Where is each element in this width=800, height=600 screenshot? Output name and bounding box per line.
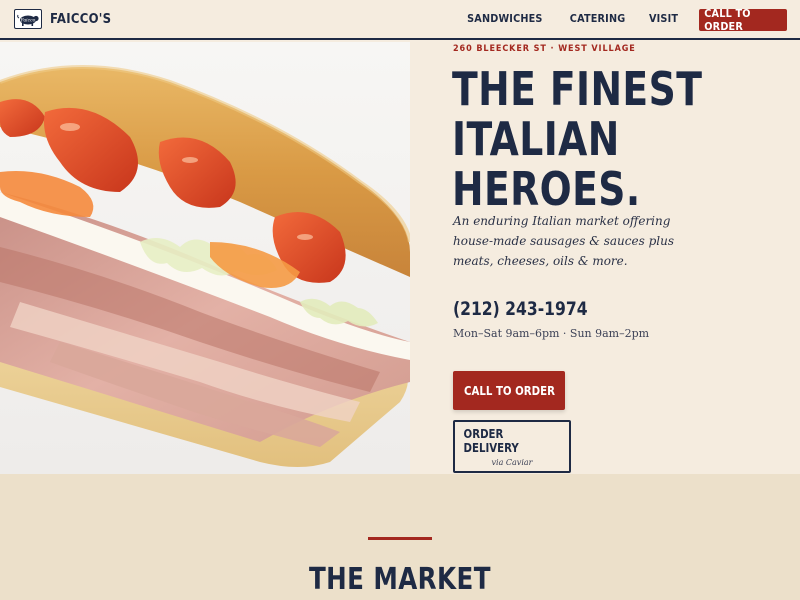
site-header: Faicco FAICCO'S SANDWICHES CATERING VISI…	[0, 0, 800, 40]
hero-sandwich-image	[0, 42, 410, 474]
market-section: THE MARKET	[0, 474, 800, 600]
market-title-text: THE MARKET	[309, 562, 491, 597]
nav-catering[interactable]: CATERING	[570, 12, 626, 25]
order-delivery-label: ORDER DELIVERY	[463, 426, 519, 455]
svg-text:Faicco: Faicco	[20, 18, 36, 24]
header-call-to-order-button[interactable]: CALL TO ORDER	[699, 7, 787, 33]
headline-line-2: ITALIAN	[452, 112, 620, 166]
market-title: THE MARKET	[0, 562, 800, 597]
hero-tagline: An enduring Italian market offering hous…	[453, 214, 674, 268]
header-call-to-order-label: CALL TO ORDER	[704, 7, 751, 33]
order-delivery-sublabel: via Caviar	[491, 457, 533, 467]
hero-headline: THE FINEST ITALIAN HEROES.	[452, 64, 723, 214]
headline-line-3: HEROES.	[452, 162, 641, 216]
call-to-order-button[interactable]: CALL TO ORDER	[453, 371, 565, 410]
italian-hero-sandwich-photo	[0, 65, 410, 467]
order-delivery-button[interactable]: ORDER DELIVERY via Caviar	[453, 420, 571, 473]
section-divider	[368, 537, 432, 540]
headline-line-1: THE FINEST	[452, 62, 703, 116]
brand-logo[interactable]: Faicco FAICCO'S	[14, 9, 118, 29]
pig-logo-icon: Faicco	[14, 9, 42, 29]
phone-number-link[interactable]: (212) 243-1974	[453, 298, 588, 320]
brand-name: FAICCO'S	[50, 11, 112, 27]
nav-sandwiches[interactable]: SANDWICHES	[467, 12, 542, 25]
main-nav: SANDWICHES CATERING VISIT	[462, 12, 680, 25]
call-to-order-label: CALL TO ORDER	[463, 383, 555, 398]
store-hours: Mon–Sat 9am–6pm · Sun 9am–2pm	[453, 327, 650, 340]
location-kicker: 260 BLEECKER ST · WEST VILLAGE	[453, 44, 636, 54]
nav-visit[interactable]: VISIT	[649, 12, 678, 25]
